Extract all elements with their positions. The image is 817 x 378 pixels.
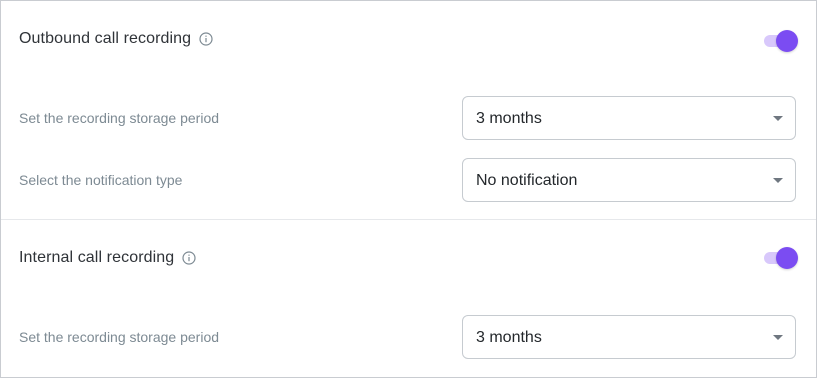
section-header: Outbound call recording [19,30,213,48]
select-value: 3 months [476,329,542,346]
info-icon[interactable] [182,251,196,265]
notification-type-label: Select the notification type [19,172,183,188]
caret-down-icon [773,335,783,340]
info-icon[interactable] [199,32,213,46]
storage-period-select[interactable]: 3 months [462,96,796,140]
caret-down-icon [773,178,783,183]
select-value: 3 months [476,110,542,127]
outbound-recording-toggle[interactable] [762,30,798,52]
toggle-knob [776,30,798,52]
storage-period-label: Set the recording storage period [19,110,220,126]
internal-call-recording-section: Internal call recording Set the recordin… [1,220,816,377]
caret-down-icon [773,116,783,121]
storage-period-select[interactable]: 3 months [462,315,796,359]
internal-recording-toggle[interactable] [762,247,798,269]
section-title: Outbound call recording [19,30,192,47]
section-header: Internal call recording [19,249,196,267]
toggle-knob [776,247,798,269]
outbound-call-recording-section: Outbound call recording Set the recordin… [1,1,816,220]
select-value: No notification [476,172,578,189]
section-title: Internal call recording [19,249,175,266]
notification-type-select[interactable]: No notification [462,158,796,202]
storage-period-label: Set the recording storage period [19,329,220,345]
call-recording-settings-panel: Outbound call recording Set the recordin… [0,0,817,378]
